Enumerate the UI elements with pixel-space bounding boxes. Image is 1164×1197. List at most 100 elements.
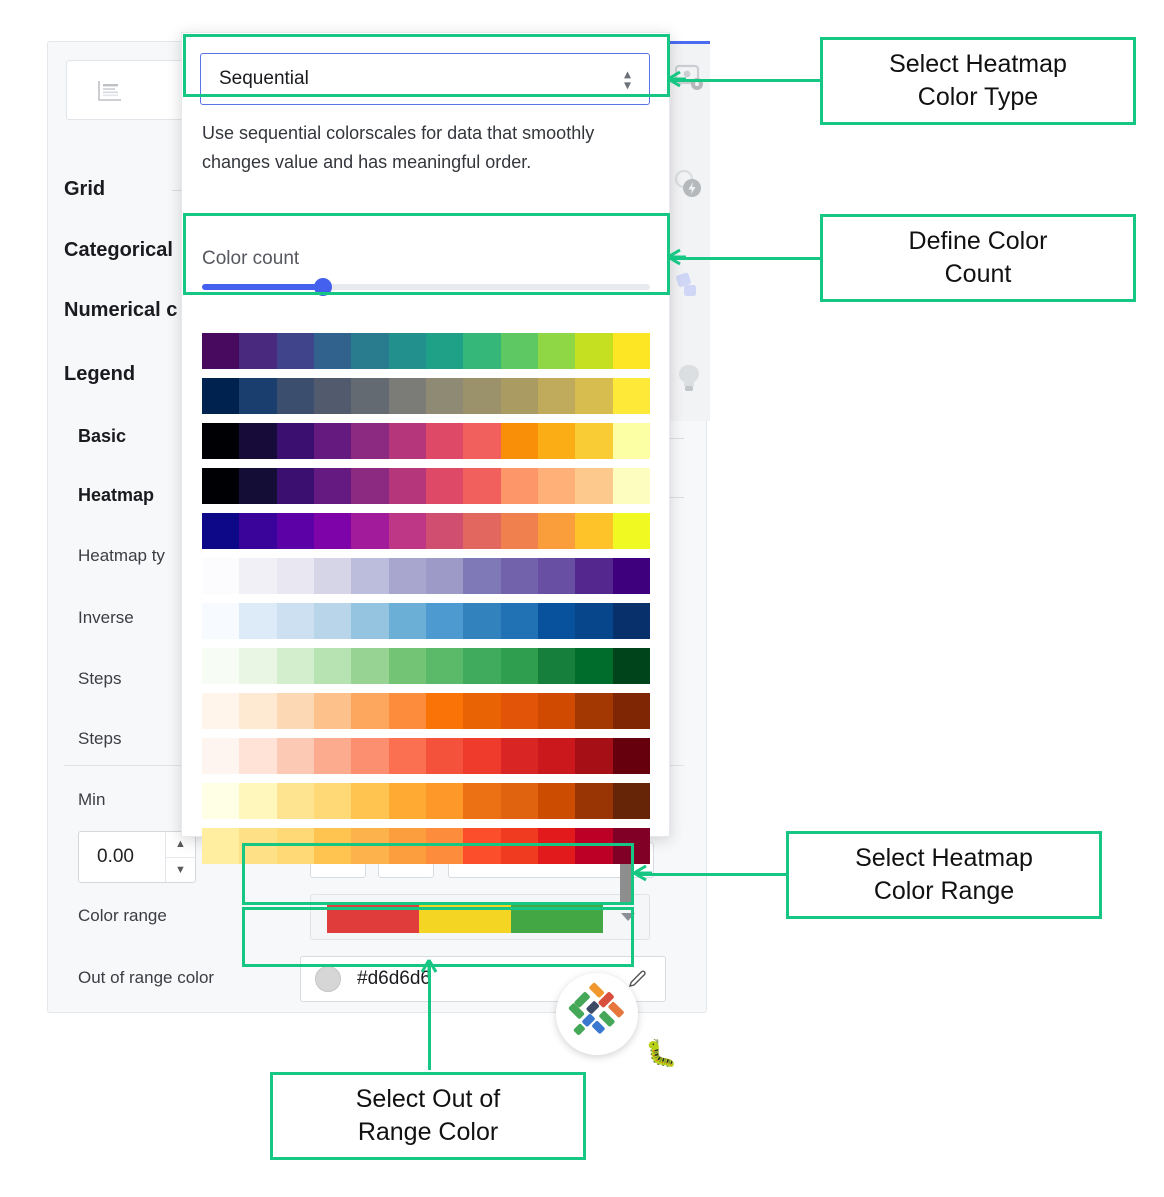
colorscale-swatch xyxy=(425,603,464,639)
selector-updown-icon[interactable]: ▴ ▾ xyxy=(624,67,631,91)
colorscale-swatch xyxy=(612,378,650,414)
colorscale-option[interactable] xyxy=(202,558,650,594)
colorscale-swatch xyxy=(239,513,277,549)
colorscale-swatch xyxy=(351,648,389,684)
colorscale-option[interactable] xyxy=(202,648,650,684)
colorscale-swatch xyxy=(351,738,389,774)
colorscale-swatch xyxy=(463,468,501,504)
colorscale-dropdown-panel: Sequential ▴ ▾ Use sequential colorscale… xyxy=(181,32,670,864)
field-out-of-range-label: Out of range color xyxy=(78,968,215,987)
colorscale-swatch xyxy=(612,423,650,459)
woven-heart-logo[interactable] xyxy=(556,973,638,1055)
colorscale-option[interactable] xyxy=(202,738,650,774)
min-spinner[interactable]: ▲ ▼ xyxy=(165,832,195,882)
colorscale-swatch xyxy=(612,738,650,774)
colorscale-swatch xyxy=(537,648,576,684)
color-range-preview xyxy=(327,903,603,933)
colorscale-swatch xyxy=(612,468,650,504)
section-categorical-label: Categorical xyxy=(64,239,173,261)
colorscale-swatch xyxy=(313,513,352,549)
colorscale-swatch xyxy=(500,603,538,639)
color-range-swatch xyxy=(327,903,419,933)
colorscale-swatch xyxy=(388,468,426,504)
colorscale-swatch xyxy=(276,468,314,504)
colorscale-swatch xyxy=(500,738,538,774)
field-heatmap-type-label: Heatmap ty xyxy=(78,546,165,565)
colorscale-swatch xyxy=(463,558,501,594)
annotation-line-2: Range Color xyxy=(357,1118,499,1146)
tag-icon[interactable] xyxy=(672,269,706,303)
colorscale-swatch xyxy=(388,603,426,639)
color-count-slider-track[interactable] xyxy=(202,278,650,296)
lightning-badge-icon[interactable] xyxy=(672,167,706,201)
colorscale-option[interactable] xyxy=(202,513,650,549)
min-spinner-down[interactable]: ▼ xyxy=(166,858,195,883)
field-min-label: Min xyxy=(78,790,106,809)
colorscale-option[interactable] xyxy=(202,468,650,504)
colorscale-swatch xyxy=(239,738,277,774)
color-count-slider-thumb[interactable] xyxy=(313,278,332,296)
colorscale-swatch xyxy=(537,423,576,459)
colorscale-option[interactable] xyxy=(202,423,650,459)
colorscale-swatch xyxy=(388,828,426,864)
colorscale-swatch xyxy=(537,558,576,594)
colorscale-option[interactable] xyxy=(202,693,650,729)
colorscale-swatch xyxy=(202,468,240,504)
bug-icon[interactable]: 🐛 xyxy=(645,1038,677,1069)
colorscale-swatch xyxy=(202,603,240,639)
colorscale-swatch xyxy=(313,783,352,819)
color-count-control[interactable]: Color count xyxy=(202,248,650,296)
colorscale-swatch xyxy=(202,738,240,774)
colorscale-swatch xyxy=(276,648,314,684)
min-stepper[interactable]: 0.00 ▲ ▼ xyxy=(78,831,196,883)
colorscale-swatch xyxy=(575,558,613,594)
colorscale-swatch xyxy=(313,693,352,729)
section-legend-label: Legend xyxy=(64,363,136,385)
colorscale-swatch xyxy=(537,693,576,729)
colorscale-swatch xyxy=(575,513,613,549)
colorscale-swatch xyxy=(425,468,464,504)
colorscale-swatch xyxy=(537,603,576,639)
colorscale-option[interactable] xyxy=(202,378,650,414)
colorscale-swatch xyxy=(239,828,277,864)
colorscale-swatch xyxy=(276,828,314,864)
lightbulb-icon[interactable] xyxy=(672,361,706,395)
colorscale-swatch xyxy=(239,603,277,639)
colorscale-option[interactable] xyxy=(202,603,650,639)
annotation-define-color-count: Define Color Count xyxy=(820,214,1136,302)
colorscale-swatch xyxy=(425,378,464,414)
colorscale-swatch xyxy=(351,603,389,639)
colorscale-swatch xyxy=(388,423,426,459)
colorscale-swatch xyxy=(425,333,464,369)
colorscale-swatch xyxy=(425,828,464,864)
colorscale-swatch xyxy=(313,423,352,459)
colorscale-swatch xyxy=(276,513,314,549)
colorscale-option[interactable] xyxy=(202,333,650,369)
arrow-head-3 xyxy=(633,864,652,882)
legend-tool-button[interactable] xyxy=(66,60,190,120)
colorscale-list[interactable] xyxy=(202,333,650,873)
colorscale-swatch xyxy=(612,333,650,369)
colorscale-swatch xyxy=(463,603,501,639)
colorscale-swatch xyxy=(388,378,426,414)
colorscale-swatch xyxy=(425,783,464,819)
connector-line-3 xyxy=(636,873,786,876)
colorscale-option[interactable] xyxy=(202,783,650,819)
field-steps-1-label: Steps xyxy=(78,669,122,688)
colorscale-swatch xyxy=(425,693,464,729)
colorscale-swatch xyxy=(202,513,240,549)
colorscale-swatch xyxy=(425,738,464,774)
color-count-label: Color count xyxy=(202,248,300,269)
color-range-select[interactable] xyxy=(310,894,650,940)
colorscale-swatch xyxy=(537,738,576,774)
color-range-swatch xyxy=(419,903,511,933)
annotation-line-1: Define Color xyxy=(908,227,1048,255)
colorscale-swatch xyxy=(463,828,501,864)
colorscale-option[interactable] xyxy=(202,828,650,864)
colorscale-swatch xyxy=(313,603,352,639)
colorscale-swatch xyxy=(276,333,314,369)
field-color-range-label: Color range xyxy=(78,906,167,925)
colorscale-swatch xyxy=(463,378,501,414)
heatmap-color-type-select[interactable]: Sequential ▴ ▾ xyxy=(200,53,650,105)
colorscale-swatch xyxy=(276,603,314,639)
